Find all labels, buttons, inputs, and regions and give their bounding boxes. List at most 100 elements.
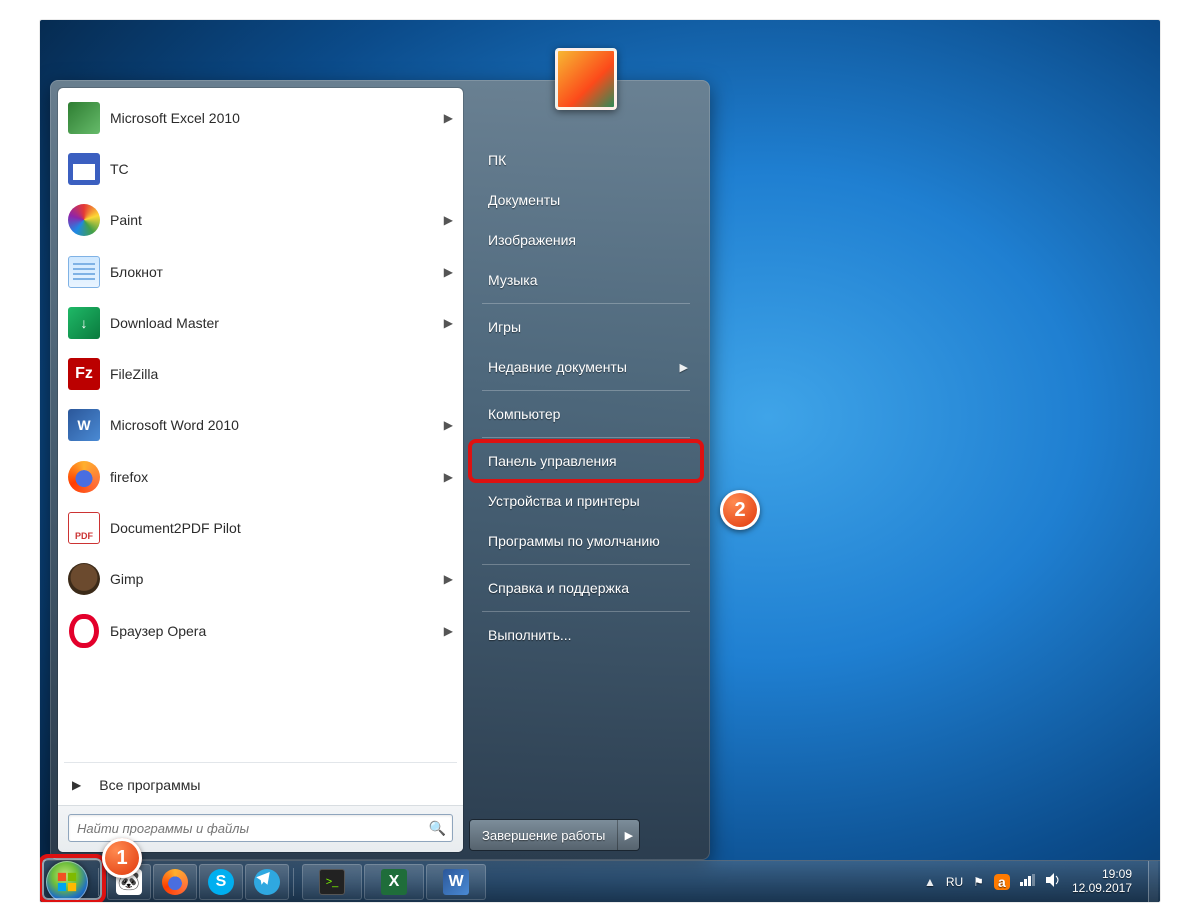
- start-menu-left-pane: Microsoft Excel 2010▶TCPaint▶Блокнот▶Dow…: [58, 88, 463, 852]
- taskbar-telegram[interactable]: [245, 864, 289, 900]
- program-label: Microsoft Excel 2010: [110, 110, 240, 126]
- program-label: Download Master: [110, 315, 219, 331]
- chevron-right-icon: ▶: [444, 316, 453, 330]
- i-tc-icon: [68, 153, 100, 185]
- divider: [64, 762, 457, 763]
- right-item-5[interactable]: Недавние документы▶: [470, 347, 702, 387]
- show-desktop-button[interactable]: [1148, 861, 1158, 902]
- right-item-label: Программы по умолчанию: [488, 533, 660, 549]
- divider: [482, 564, 690, 565]
- divider: [482, 611, 690, 612]
- user-picture[interactable]: [555, 48, 617, 110]
- right-item-label: Панель управления: [488, 453, 617, 469]
- clock[interactable]: 19:09 12.09.2017: [1072, 868, 1138, 896]
- i-word-icon: W: [68, 409, 100, 441]
- cmd-icon: [319, 869, 345, 895]
- program-item-8[interactable]: Document2PDF Pilot: [60, 502, 461, 553]
- right-item-label: Недавние документы: [488, 359, 627, 375]
- i-pdf-icon: [68, 512, 100, 544]
- program-item-9[interactable]: Gimp▶: [60, 554, 461, 605]
- right-item-11[interactable]: Выполнить...: [470, 615, 702, 655]
- right-item-2[interactable]: Изображения: [470, 220, 702, 260]
- all-programs-button[interactable]: ▶ Все программы: [58, 765, 463, 805]
- program-item-2[interactable]: Paint ▶: [60, 195, 461, 246]
- program-item-4[interactable]: Download Master ▶: [60, 297, 461, 348]
- taskbar-pinned: S: [107, 864, 289, 900]
- chevron-right-icon: ▶: [444, 624, 453, 638]
- shutdown-button[interactable]: Завершение работы: [470, 820, 617, 850]
- search-input[interactable]: [77, 821, 429, 836]
- program-item-6[interactable]: W Microsoft Word 2010 ▶: [60, 400, 461, 451]
- panda-icon: [116, 869, 142, 895]
- chevron-right-icon: ▶: [444, 265, 453, 279]
- divider: [482, 303, 690, 304]
- right-item-1[interactable]: Документы: [470, 180, 702, 220]
- tray-app-icon[interactable]: a: [994, 874, 1010, 890]
- program-label: TC: [110, 161, 129, 177]
- desktop-screenshot: Microsoft Excel 2010▶TCPaint▶Блокнот▶Dow…: [40, 20, 1160, 902]
- taskbar-word[interactable]: W: [426, 864, 486, 900]
- clock-date: 12.09.2017: [1072, 882, 1132, 896]
- taskbar-firefox[interactable]: [153, 864, 197, 900]
- taskbar-panda[interactable]: [107, 864, 151, 900]
- program-item-5[interactable]: FzFileZilla: [60, 348, 461, 399]
- shutdown-split-button[interactable]: Завершение работы ▶: [470, 820, 639, 850]
- right-item-label: ПК: [488, 152, 506, 168]
- chevron-right-icon: ▶: [444, 572, 453, 586]
- skype-icon: S: [208, 869, 234, 895]
- search-icon[interactable]: 🔍: [429, 820, 446, 837]
- start-menu: Microsoft Excel 2010▶TCPaint▶Блокнот▶Dow…: [50, 80, 710, 860]
- right-item-label: Документы: [488, 192, 560, 208]
- chevron-right-icon: ▶: [444, 111, 453, 125]
- right-item-4[interactable]: Игры: [470, 307, 702, 347]
- i-notepad-icon: [68, 256, 100, 288]
- program-item-7[interactable]: firefox▶: [60, 451, 461, 502]
- excel-icon: X: [381, 869, 407, 895]
- chevron-right-icon: ▶: [444, 418, 453, 432]
- taskbar-separator: [293, 868, 294, 896]
- word-icon: W: [443, 869, 469, 895]
- telegram-icon: [254, 869, 280, 895]
- program-item-0[interactable]: Microsoft Excel 2010 ▶: [60, 92, 461, 143]
- right-item-7[interactable]: Панель управления: [470, 441, 702, 481]
- taskbar-cmd[interactable]: [302, 864, 362, 900]
- program-label: Paint: [110, 212, 142, 228]
- taskbar: S X W ▲ RU ⚑ a 19:09 12.09.2017: [40, 860, 1160, 902]
- taskbar-excel[interactable]: X: [364, 864, 424, 900]
- windows-logo-icon: [56, 871, 78, 893]
- divider: [482, 390, 690, 391]
- program-item-3[interactable]: Блокнот▶: [60, 246, 461, 297]
- shutdown-options-button[interactable]: ▶: [617, 820, 639, 850]
- firefox-icon: [162, 869, 188, 895]
- right-item-6[interactable]: Компьютер: [470, 394, 702, 434]
- right-item-0[interactable]: ПК: [470, 140, 702, 180]
- i-opera-icon: [68, 615, 100, 647]
- action-center-icon[interactable]: ⚑: [973, 875, 984, 889]
- i-dm-icon: [68, 307, 100, 339]
- right-item-9[interactable]: Программы по умолчанию: [470, 521, 702, 561]
- all-programs-label: Все программы: [99, 777, 200, 793]
- right-item-label: Изображения: [488, 232, 576, 248]
- chevron-right-icon: ▶: [444, 213, 453, 227]
- program-item-1[interactable]: TC: [60, 143, 461, 194]
- right-item-3[interactable]: Музыка: [470, 260, 702, 300]
- right-item-10[interactable]: Справка и поддержка: [470, 568, 702, 608]
- right-item-label: Музыка: [488, 272, 538, 288]
- network-icon[interactable]: [1020, 874, 1036, 889]
- recent-programs-list: Microsoft Excel 2010▶TCPaint▶Блокнот▶Dow…: [58, 88, 463, 760]
- chevron-right-icon: ▶: [72, 778, 81, 792]
- volume-icon[interactable]: [1046, 873, 1062, 890]
- right-item-label: Компьютер: [488, 406, 560, 422]
- search-box[interactable]: 🔍: [68, 814, 453, 842]
- right-item-8[interactable]: Устройства и принтеры: [470, 481, 702, 521]
- i-excel-icon: [68, 102, 100, 134]
- taskbar-separator: [98, 868, 99, 896]
- program-label: firefox: [110, 469, 148, 485]
- language-indicator[interactable]: RU: [946, 875, 963, 889]
- annotation-badge-2: 2: [720, 490, 760, 530]
- program-label: Microsoft Word 2010: [110, 417, 239, 433]
- taskbar-skype[interactable]: S: [199, 864, 243, 900]
- tray-expand-icon[interactable]: ▲: [924, 875, 936, 889]
- start-button[interactable]: [46, 861, 88, 903]
- program-item-10[interactable]: Браузер Opera▶: [60, 605, 461, 656]
